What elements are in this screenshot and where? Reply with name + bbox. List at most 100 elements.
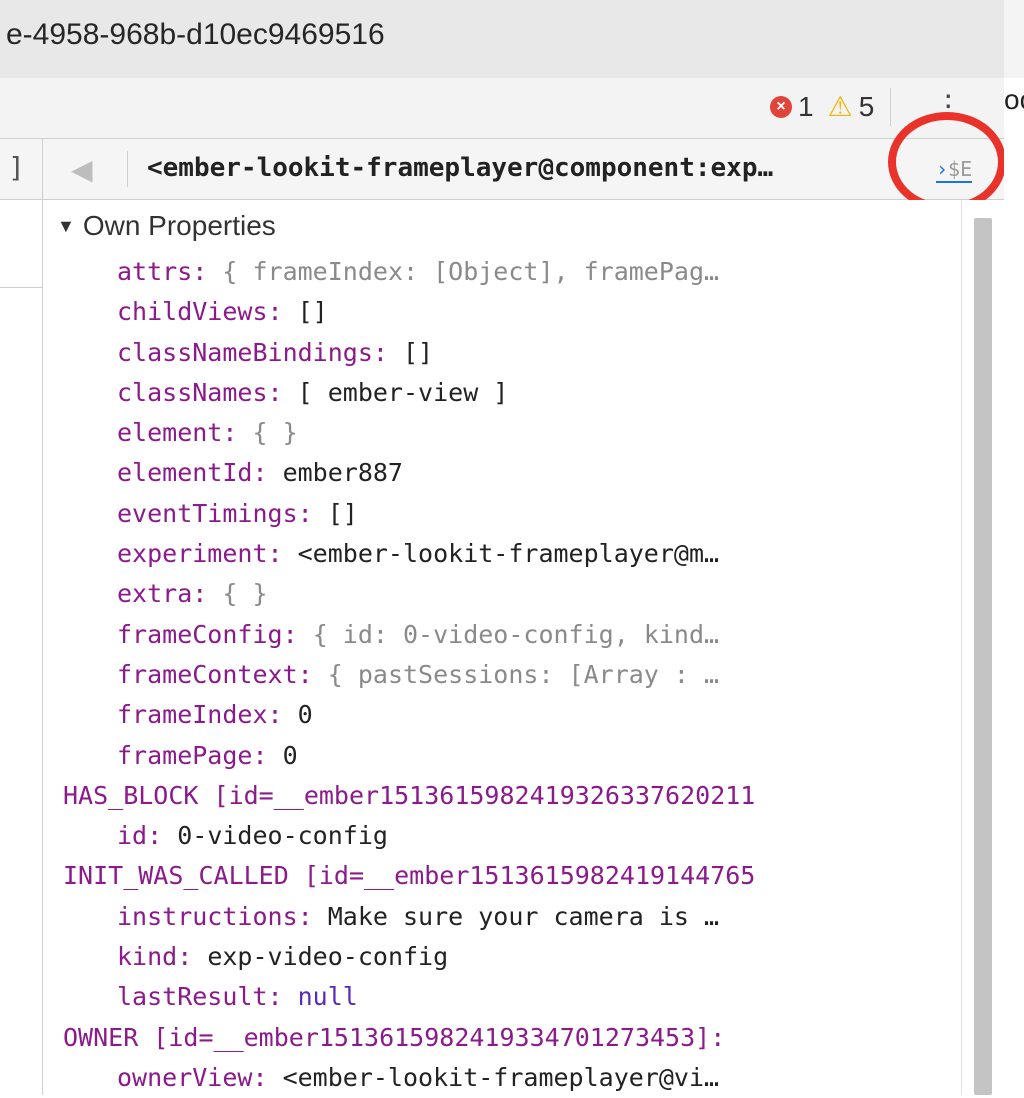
property-row[interactable]: classNames: [ ember-view ] xyxy=(43,373,961,413)
background-window-edge xyxy=(1004,0,1024,78)
property-key: classNames xyxy=(117,377,268,407)
property-value: Make sure your camera is … xyxy=(327,901,720,931)
property-colon: : xyxy=(252,458,283,488)
property-colon: : xyxy=(192,579,223,609)
window-title: e-4958-968b-d10ec9469516 xyxy=(6,18,385,51)
property-row[interactable]: childViews: [] xyxy=(43,292,961,332)
scrollbar[interactable] xyxy=(961,200,1005,1095)
property-colon: : xyxy=(267,539,298,569)
property-value: { frameIndex: [Object], framePag… xyxy=(222,257,720,286)
background-window-text: oc xyxy=(1004,78,1024,144)
property-value: [ ember-view ] xyxy=(297,377,509,407)
left-panel-header: ] xyxy=(0,139,42,200)
property-row[interactable]: classNameBindings: [] xyxy=(43,333,961,373)
own-properties-label: Own Properties xyxy=(82,210,276,241)
property-key: element xyxy=(117,418,223,448)
property-row[interactable]: kind: exp-video-config xyxy=(43,937,961,977)
property-colon: : xyxy=(297,901,328,931)
window-titlebar: e-4958-968b-d10ec9469516 xyxy=(0,0,1024,79)
property-key: lastResult xyxy=(117,982,268,1012)
property-key: childViews xyxy=(117,297,268,327)
property-row[interactable]: instructions: Make sure your camera is … xyxy=(43,897,961,937)
property-key: id xyxy=(117,821,148,851)
error-icon: × xyxy=(770,96,792,118)
property-value: { } xyxy=(252,418,298,448)
property-key: experiment xyxy=(117,539,268,569)
property-colon: : xyxy=(267,982,298,1012)
error-count: 1 xyxy=(798,91,814,122)
property-key: frameIndex xyxy=(117,700,268,730)
warning-icon: ⚠ xyxy=(827,91,853,122)
property-value: [] xyxy=(402,337,434,367)
property-row[interactable]: OWNER [id=__ember15136159824193347012734… xyxy=(43,1018,961,1058)
property-row[interactable]: frameConfig: { id: 0-video-config, kind… xyxy=(43,615,961,655)
property-colon: : xyxy=(222,418,253,448)
property-list: attrs: { frameIndex: [Object], framePag…… xyxy=(43,252,961,1098)
property-key: frameContext xyxy=(117,659,298,689)
property-colon: : xyxy=(282,619,313,649)
own-properties-toggle[interactable]: ▼ Own Properties xyxy=(43,200,961,252)
property-value: { id: 0-video-config, kind… xyxy=(312,619,720,649)
property-value: { } xyxy=(222,579,268,609)
own-properties-section: ▼ Own Properties attrs: { frameIndex: [O… xyxy=(43,200,961,1095)
property-colon: : xyxy=(252,740,283,770)
devtools-toolbar: × 1 ⚠ 5 ⋮ oc xyxy=(0,78,1024,144)
property-row[interactable]: lastResult: null xyxy=(43,977,961,1017)
property-row[interactable]: elementId: ember887 xyxy=(43,453,961,493)
highlight-circle xyxy=(888,112,1006,212)
property-key: elementId xyxy=(117,458,253,488)
property-colon: : xyxy=(372,337,403,367)
property-value: [] xyxy=(327,498,358,528)
header-divider xyxy=(127,151,128,187)
property-row[interactable]: extra: { } xyxy=(43,574,961,614)
property-key: OWNER [id=__ember15136159824193347012734… xyxy=(63,1022,726,1052)
property-value: { pastSessions: [Array : … xyxy=(327,659,720,689)
property-value: [] xyxy=(297,297,328,327)
left-panel-bracket: ] xyxy=(8,151,25,184)
property-key: frameConfig xyxy=(117,619,283,649)
property-row[interactable]: ownerView: <ember-lookit-frameplayer@vi… xyxy=(43,1058,961,1098)
property-colon: : xyxy=(147,821,178,851)
property-row[interactable]: attrs: { frameIndex: [Object], framePag… xyxy=(43,252,961,292)
property-colon: : xyxy=(267,700,298,730)
property-row[interactable]: framePage: 0 xyxy=(43,736,961,776)
property-row[interactable]: frameIndex: 0 xyxy=(43,695,961,735)
property-row[interactable]: HAS_BLOCK [id=__ember1513615982419326337… xyxy=(43,776,961,816)
property-colon: : xyxy=(267,377,298,407)
property-key: attrs xyxy=(117,257,193,286)
property-value: exp-video-config xyxy=(207,942,449,972)
property-row[interactable]: experiment: <ember-lookit-frameplayer@m… xyxy=(43,534,961,574)
property-value: <ember-lookit-frameplayer@vi… xyxy=(282,1062,720,1092)
warning-count: 5 xyxy=(858,91,875,122)
back-arrow-icon[interactable]: ◀ xyxy=(71,153,93,186)
property-row[interactable]: INIT_WAS_CALLED [id=__ember1513615982419… xyxy=(43,856,961,896)
property-key: kind xyxy=(117,942,178,972)
property-key: INIT_WAS_CALLED [id=__ember1513615982419… xyxy=(63,861,756,891)
object-inspector-header: ◀ <ember-lookit-frameplayer@component:ex… xyxy=(43,139,1004,200)
property-value: 0 xyxy=(297,700,313,730)
property-key: ownerView xyxy=(117,1062,253,1092)
property-colon: : xyxy=(177,942,208,972)
property-colon: : xyxy=(192,257,223,286)
property-colon: : xyxy=(297,498,328,528)
property-value: 0-video-config xyxy=(177,821,388,851)
background-window-edge-right xyxy=(1004,139,1024,1095)
property-key: eventTimings xyxy=(117,498,298,528)
left-panel-divider xyxy=(0,287,42,288)
left-panel: ] xyxy=(0,139,43,1095)
property-value: <ember-lookit-frameplayer@m… xyxy=(297,539,720,569)
property-row[interactable]: id: 0-video-config xyxy=(43,816,961,856)
property-key: instructions xyxy=(117,901,298,931)
property-key: extra xyxy=(117,579,193,609)
property-row[interactable]: eventTimings: [] xyxy=(43,494,961,534)
scrollbar-thumb[interactable] xyxy=(974,218,992,1095)
triangle-down-icon: ▼ xyxy=(57,215,75,236)
property-row[interactable]: frameContext: { pastSessions: [Array : … xyxy=(43,655,961,695)
toolbar-divider xyxy=(890,88,892,126)
property-key: HAS_BLOCK [id=__ember1513615982419326337… xyxy=(63,780,756,810)
property-value: 0 xyxy=(282,740,298,770)
property-row[interactable]: element: { } xyxy=(43,413,961,453)
property-value: ember887 xyxy=(282,458,403,488)
property-value: null xyxy=(297,982,358,1012)
property-key: classNameBindings xyxy=(117,337,373,367)
